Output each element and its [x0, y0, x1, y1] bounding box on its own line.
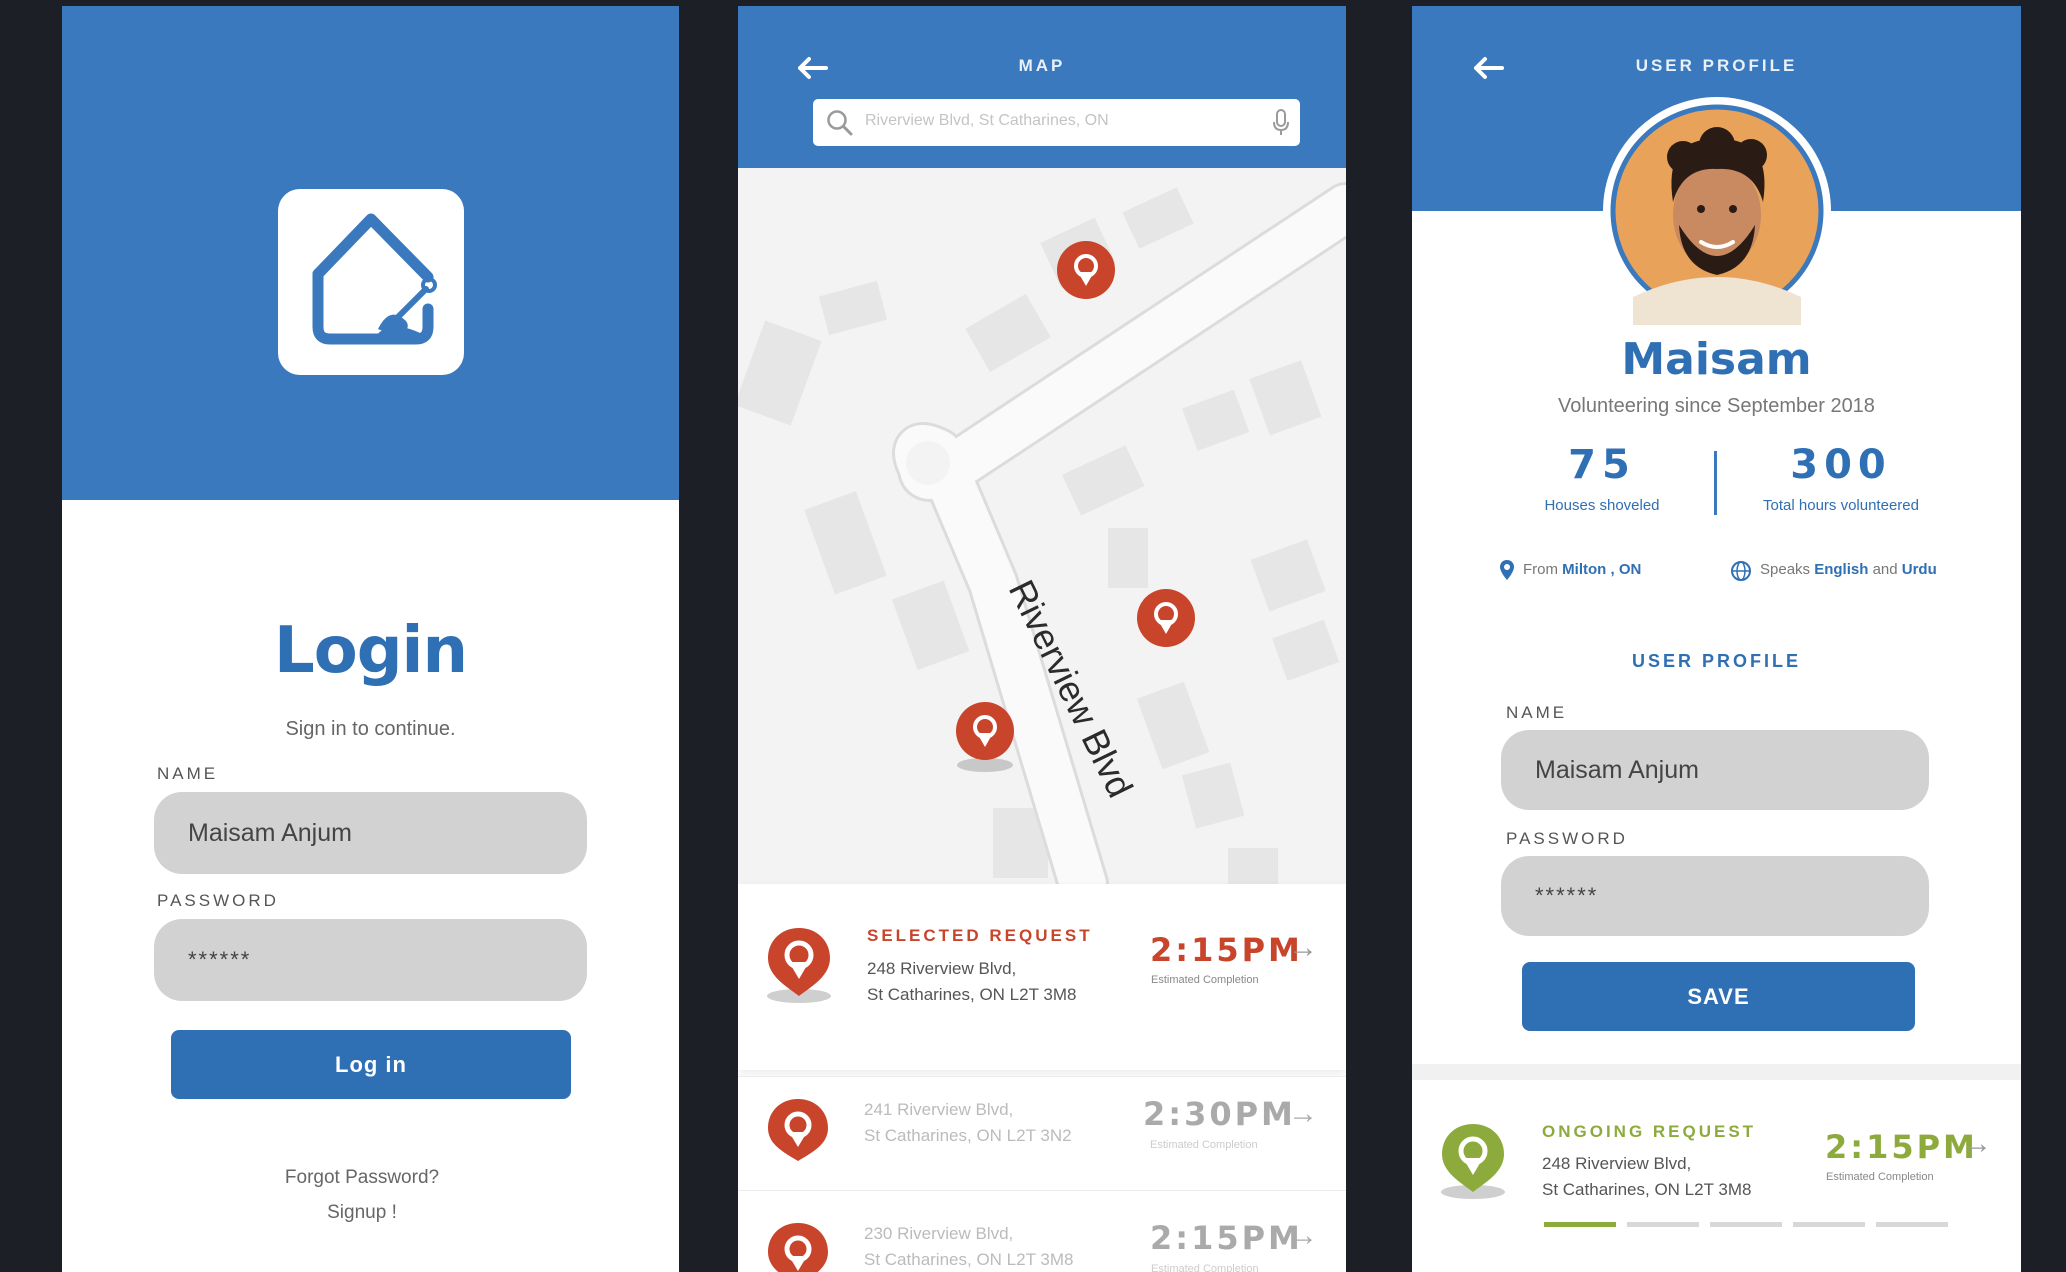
- request-card[interactable]: 230 Riverview Blvd, St Catharines, ON L2…: [738, 1190, 1346, 1272]
- globe-icon: [1731, 561, 1751, 581]
- speaks-languages: Speaks English and Urdu: [1760, 561, 1937, 578]
- map-pin-icon[interactable]: [1057, 241, 1115, 299]
- progress-step: [1876, 1222, 1948, 1227]
- request-tag: ONGOING REQUEST: [1542, 1122, 1757, 1141]
- subtitle: Sign in to continue.: [285, 718, 456, 740]
- progress-step: [1627, 1222, 1699, 1227]
- arrow-right-icon[interactable]: →: [1962, 1129, 1992, 1159]
- forgot-password-link[interactable]: Forgot Password?: [62, 1167, 662, 1189]
- page-title: Login: [273, 614, 468, 688]
- name-field[interactable]: Maisam Anjum: [154, 792, 587, 874]
- request-card[interactable]: 241 Riverview Blvd, St Catharines, ON L2…: [738, 1076, 1346, 1188]
- volunteer-since: Volunteering since September 2018: [1558, 395, 1875, 417]
- password-field[interactable]: ******: [154, 919, 587, 1001]
- from-location: From Milton , ON: [1523, 561, 1641, 578]
- request-time: 2:15PM: [1150, 1219, 1303, 1257]
- progress-step: [1710, 1222, 1782, 1227]
- password-field[interactable]: ******: [1501, 856, 1929, 936]
- login-screen: Login Sign in to continue. NAME Maisam A…: [62, 6, 679, 1272]
- section-title: USER PROFILE: [1631, 651, 1801, 671]
- selected-map-pin-icon[interactable]: [956, 702, 1014, 772]
- request-time: 2:15PM: [1825, 1128, 1978, 1166]
- password-label: PASSWORD: [1506, 829, 1628, 848]
- address-line-1: 230 Riverview Blvd,: [864, 1224, 1014, 1243]
- profile-name: Maisam: [1621, 334, 1812, 385]
- arrow-right-icon[interactable]: →: [1288, 933, 1318, 963]
- name-field[interactable]: Maisam Anjum: [1501, 730, 1929, 810]
- map-header: MAP Riverview Blvd, St Catharines, ON: [738, 6, 1346, 168]
- map-screen: MAP Riverview Blvd, St Catharines, ON Ri…: [738, 6, 1346, 1272]
- house-shovel-icon: [312, 213, 437, 345]
- location-pin-icon: [1500, 560, 1514, 580]
- name-label: NAME: [157, 764, 219, 783]
- request-time: 2:15PM: [1150, 931, 1303, 969]
- microphone-icon[interactable]: [1272, 109, 1290, 137]
- name-label: NAME: [1506, 703, 1568, 722]
- request-address: 248 Riverview Blvd, St Catharines, ON L2…: [1542, 1151, 1751, 1203]
- address-line-1: 241 Riverview Blvd,: [864, 1100, 1014, 1119]
- and-word: and: [1872, 561, 1898, 578]
- request-address: 230 Riverview Blvd, St Catharines, ON L2…: [864, 1221, 1073, 1272]
- arrow-right-icon[interactable]: →: [1288, 1099, 1318, 1129]
- speaks-prefix: Speaks: [1760, 561, 1811, 578]
- map-pin-icon[interactable]: [1137, 589, 1195, 647]
- address-line-2: St Catharines, ON L2T 3M8: [1542, 1180, 1752, 1199]
- language-1: English: [1814, 561, 1869, 578]
- address-line-2: St Catharines, ON L2T 3M8: [864, 1250, 1074, 1269]
- address-line-2: St Catharines, ON L2T 3M8: [867, 985, 1077, 1004]
- app-logo: [278, 189, 464, 375]
- request-address: 248 Riverview Blvd, St Catharines, ON L2…: [867, 956, 1076, 1008]
- address-line-2: St Catharines, ON L2T 3N2: [864, 1126, 1072, 1145]
- header-title: MAP: [1018, 56, 1066, 75]
- request-tag: SELECTED REQUEST: [867, 926, 1093, 945]
- from-prefix: From: [1523, 561, 1558, 578]
- language-2: Urdu: [1901, 561, 1937, 578]
- search-bar[interactable]: Riverview Blvd, St Catharines, ON: [813, 99, 1300, 146]
- hours-label: Total hours volunteered: [1763, 497, 1919, 514]
- profile-screen: USER PROFILE Maisam Volunteering since S…: [1412, 6, 2021, 1272]
- request-time: 2:30PM: [1143, 1095, 1296, 1133]
- divider: [1412, 1064, 2021, 1080]
- address-line-1: 248 Riverview Blvd,: [867, 959, 1017, 978]
- selected-request-card[interactable]: SELECTED REQUEST 248 Riverview Blvd, St …: [738, 884, 1346, 1070]
- from-value: Milton , ON: [1562, 561, 1642, 578]
- progress-step-done: [1544, 1222, 1616, 1227]
- login-header: [62, 6, 679, 500]
- map-pin-icon: [768, 1099, 828, 1161]
- time-caption: Estimated Completion: [1151, 974, 1259, 986]
- save-button[interactable]: SAVE: [1522, 962, 1915, 1031]
- ongoing-request-card[interactable]: ONGOING REQUEST 248 Riverview Blvd, St C…: [1412, 1080, 2021, 1272]
- map-pin-icon: [768, 1223, 828, 1272]
- time-caption: Estimated Completion: [1151, 1263, 1259, 1272]
- password-label: PASSWORD: [157, 891, 279, 910]
- address-line-1: 248 Riverview Blvd,: [1542, 1154, 1692, 1173]
- houses-label: Houses shoveled: [1544, 497, 1660, 514]
- header-title: USER PROFILE: [1635, 56, 1798, 75]
- progress-step: [1793, 1222, 1865, 1227]
- map-view[interactable]: Riverview Blvd: [738, 168, 1346, 884]
- request-address: 241 Riverview Blvd, St Catharines, ON L2…: [864, 1097, 1072, 1149]
- search-input[interactable]: Riverview Blvd, St Catharines, ON: [865, 112, 1109, 130]
- arrow-right-icon[interactable]: →: [1288, 1221, 1318, 1251]
- hours-count: 300: [1790, 442, 1892, 488]
- avatar[interactable]: [1603, 97, 1831, 325]
- user-avatar-icon: [1610, 104, 1824, 325]
- time-caption: Estimated Completion: [1826, 1171, 1934, 1183]
- map-pin-icon: [1441, 1124, 1505, 1199]
- map-canvas: Riverview Blvd: [738, 182, 1346, 884]
- houses-count: 75: [1568, 442, 1636, 488]
- time-caption: Estimated Completion: [1150, 1139, 1258, 1151]
- signup-link[interactable]: Signup !: [62, 1202, 662, 1224]
- search-icon: [827, 110, 853, 136]
- map-pin-icon: [767, 928, 831, 1003]
- login-button[interactable]: Log in: [171, 1030, 571, 1099]
- stats-divider: [1714, 451, 1717, 515]
